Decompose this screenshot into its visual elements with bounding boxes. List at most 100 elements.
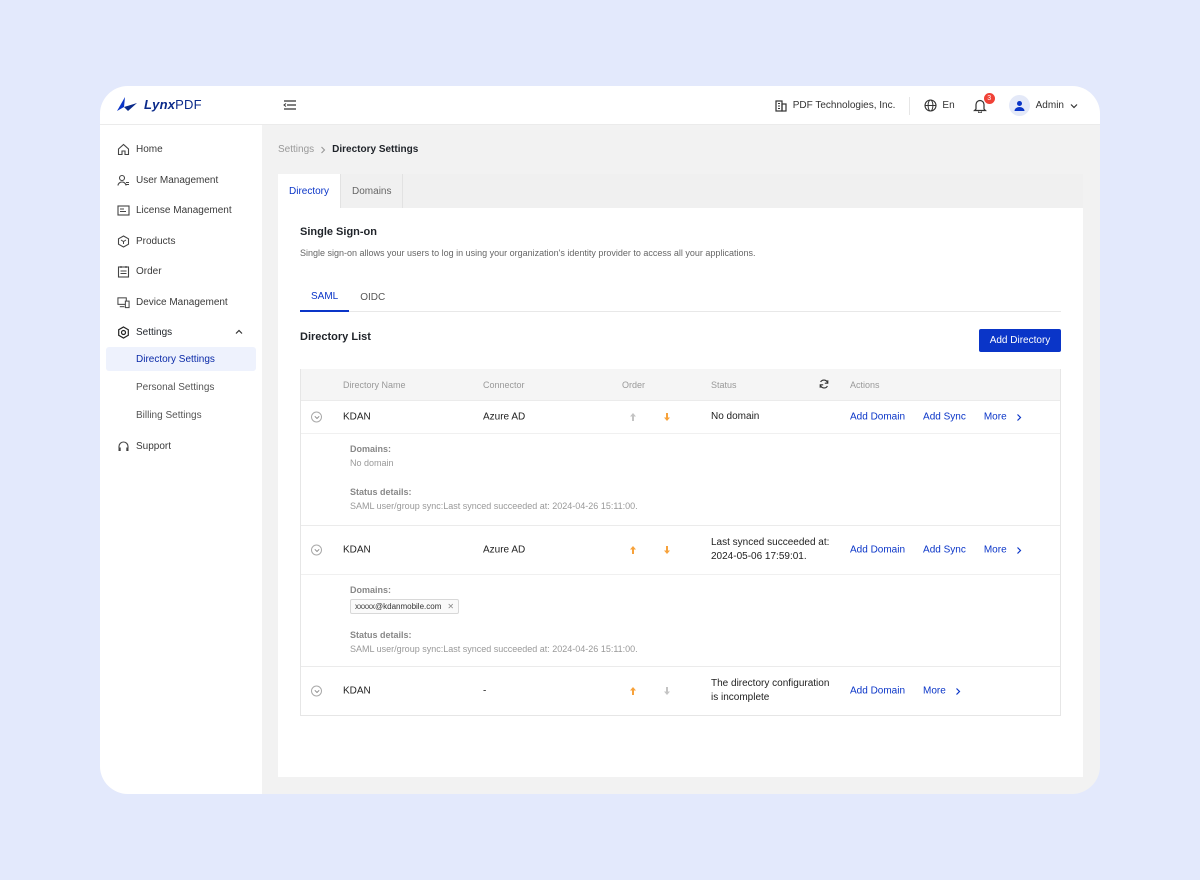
status-details-label: Status details: bbox=[350, 630, 412, 640]
menu-toggle-icon[interactable] bbox=[283, 98, 297, 112]
sidebar-subitem-directory-settings[interactable]: Directory Settings bbox=[106, 347, 256, 371]
sidebar-item-label: Home bbox=[136, 143, 163, 155]
sidebar-item-label: User Management bbox=[136, 174, 219, 186]
breadcrumb-parent[interactable]: Settings bbox=[278, 144, 314, 155]
directory-name: KDAN bbox=[343, 411, 371, 423]
chevron-down-icon bbox=[313, 689, 320, 693]
status-details-label: Status details: bbox=[350, 487, 412, 497]
add-sync-link[interactable]: Add Sync bbox=[923, 545, 966, 556]
table-header: Directory Name Connector Order Status Ac… bbox=[301, 369, 1060, 400]
brand-logo[interactable]: LynxPDF bbox=[116, 96, 202, 112]
more-link[interactable]: More bbox=[923, 686, 961, 697]
expand-toggle[interactable] bbox=[311, 544, 322, 556]
row-detail: Domains: No domain Status details: SAML … bbox=[301, 433, 1060, 525]
connector: Azure AD bbox=[483, 411, 526, 423]
brand-name: LynxPDF bbox=[144, 96, 202, 112]
row-actions: Add Domain More bbox=[850, 686, 961, 697]
chevron-right-icon bbox=[321, 146, 326, 153]
move-down-icon[interactable] bbox=[663, 545, 671, 555]
expand-toggle[interactable] bbox=[311, 685, 322, 697]
more-link[interactable]: More bbox=[984, 545, 1022, 556]
add-domain-link[interactable]: Add Domain bbox=[850, 686, 905, 697]
connector: - bbox=[483, 685, 487, 697]
tab-saml[interactable]: SAML bbox=[300, 282, 350, 312]
move-down-icon bbox=[664, 687, 670, 695]
add-domain-link[interactable]: Add Domain bbox=[850, 412, 905, 423]
chevron-right-icon bbox=[1016, 546, 1021, 554]
directory-table: Directory Name Connector Order Status Ac… bbox=[300, 369, 1061, 716]
chevron-right-icon bbox=[1016, 413, 1021, 421]
sidebar-subitem-personal-settings[interactable]: Personal Settings bbox=[106, 375, 256, 399]
sidebar-item-label: Device Management bbox=[136, 296, 228, 308]
sidebar-item-label: Order bbox=[136, 265, 162, 277]
tab-directory[interactable]: Directory bbox=[278, 174, 342, 208]
column-header-connector: Connector bbox=[483, 379, 525, 390]
devices-icon bbox=[117, 296, 130, 308]
add-domain-link[interactable]: Add Domain bbox=[850, 545, 905, 556]
more-link[interactable]: More bbox=[984, 412, 1022, 423]
remove-domain-icon[interactable]: ✕ bbox=[447, 602, 454, 611]
directory-settings-card: Directory Domains Single Sign-on Single … bbox=[278, 174, 1083, 777]
language-switcher[interactable]: En bbox=[910, 99, 972, 112]
status-details-value: SAML user/group sync:Last synced succeed… bbox=[350, 501, 638, 511]
sidebar-item-home[interactable]: Home bbox=[117, 139, 163, 159]
move-down-icon[interactable] bbox=[663, 412, 671, 422]
home-icon bbox=[117, 143, 130, 155]
table-row: KDAN Azure AD No domain Add Domain Add S… bbox=[301, 400, 1060, 525]
building-icon bbox=[775, 99, 787, 112]
top-bar: LynxPDF PDF Technologies, Inc. En 3 Admi… bbox=[100, 86, 1100, 125]
sidebar-item-settings[interactable]: Settings bbox=[117, 322, 247, 342]
sidebar-item-label: Products bbox=[136, 235, 176, 247]
column-header-actions: Actions bbox=[850, 379, 880, 390]
breadcrumb-current: Directory Settings bbox=[332, 144, 419, 155]
notification-badge: 3 bbox=[982, 91, 996, 105]
table-row: KDAN - The directory configuration is in… bbox=[301, 666, 1060, 715]
directory-list-title: Directory List bbox=[300, 331, 371, 343]
cube-icon bbox=[117, 234, 130, 248]
sidebar-item-support[interactable]: Support bbox=[117, 436, 171, 456]
domain-chip-label: xxxxx@kdanmobile.com bbox=[355, 602, 442, 611]
more-label: More bbox=[923, 685, 946, 697]
row-actions: Add Domain Add Sync More bbox=[850, 412, 1022, 423]
globe-icon bbox=[924, 99, 937, 112]
header-actions: PDF Technologies, Inc. En 3 Admin bbox=[775, 86, 1078, 125]
sidebar-item-device-management[interactable]: Device Management bbox=[117, 292, 228, 312]
user-avatar-icon bbox=[1014, 101, 1025, 111]
section-title: Single Sign-on bbox=[300, 226, 377, 238]
move-up-icon[interactable] bbox=[629, 686, 637, 696]
table-row: KDAN Azure AD Last synced succeeded at: … bbox=[301, 525, 1060, 666]
move-up-icon bbox=[630, 413, 636, 421]
sidebar-item-user-management[interactable]: User Management bbox=[117, 170, 218, 190]
refresh-icon[interactable] bbox=[819, 379, 829, 389]
connector: Azure AD bbox=[483, 544, 526, 556]
expand-toggle[interactable] bbox=[311, 411, 322, 423]
page-tabs: Directory Domains bbox=[278, 174, 1083, 208]
section-description: Single sign-on allows your users to log … bbox=[300, 248, 756, 258]
sidebar-item-label: License Management bbox=[136, 204, 232, 216]
org-switcher[interactable]: PDF Technologies, Inc. bbox=[775, 96, 911, 115]
move-up-icon[interactable] bbox=[629, 545, 637, 555]
tab-oidc[interactable]: OIDC bbox=[349, 282, 396, 312]
sidebar: Home User Management License Management … bbox=[100, 125, 262, 794]
status-text: No domain bbox=[711, 411, 760, 422]
breadcrumb: Settings Directory Settings bbox=[278, 144, 418, 155]
sidebar-subitem-billing-settings[interactable]: Billing Settings bbox=[106, 403, 256, 427]
tab-domains[interactable]: Domains bbox=[341, 174, 404, 208]
add-directory-button[interactable]: Add Directory bbox=[979, 329, 1061, 352]
gear-icon bbox=[118, 325, 129, 339]
add-sync-link[interactable]: Add Sync bbox=[923, 412, 966, 423]
user-name: Admin bbox=[1035, 100, 1064, 111]
sidebar-subitem-label: Personal Settings bbox=[136, 381, 215, 393]
notifications-button[interactable]: 3 bbox=[972, 91, 996, 114]
chevron-down-icon bbox=[313, 548, 320, 552]
sidebar-subitem-label: Directory Settings bbox=[136, 353, 215, 365]
protocol-tabs: SAML OIDC bbox=[300, 282, 1061, 312]
sidebar-item-license-management[interactable]: License Management bbox=[117, 200, 232, 220]
sidebar-item-order[interactable]: Order bbox=[117, 261, 162, 281]
column-header-name: Directory Name bbox=[343, 379, 406, 390]
user-menu[interactable]: Admin bbox=[1008, 95, 1078, 116]
row-actions: Add Domain Add Sync More bbox=[850, 545, 1022, 556]
column-header-order: Order bbox=[622, 379, 646, 390]
directory-name: KDAN bbox=[343, 544, 371, 556]
sidebar-item-products[interactable]: Products bbox=[117, 231, 175, 251]
